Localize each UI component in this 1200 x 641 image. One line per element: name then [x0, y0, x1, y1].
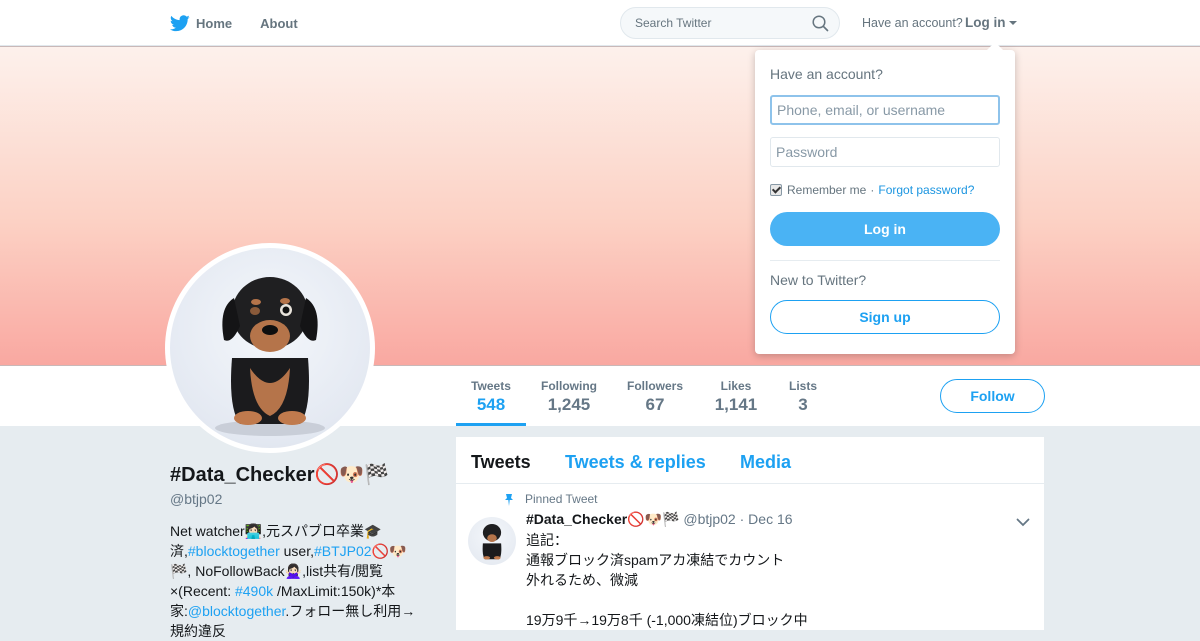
stat-value: 548	[476, 395, 506, 414]
stat-value: 67	[645, 395, 665, 414]
avatar-image	[170, 248, 370, 448]
puppy-icon	[215, 277, 325, 436]
remember-me-row: Remember me · Forgot password?	[770, 183, 974, 197]
profile-name[interactable]: #Data_Checker🚫🐶🏁	[170, 462, 389, 487]
login-dropdown: Have an account? Remember me · Forgot pa…	[755, 42, 1015, 354]
tab-tweets-replies[interactable]: Tweets & replies	[565, 452, 706, 473]
tweet-author-name[interactable]: #Data_Checker🚫🐶🏁	[526, 511, 679, 527]
stat-value: 1,245	[547, 395, 591, 414]
tweet-text: 追記： 通報ブロック済spamアカ凍結でカウント 外れるため、微減 19万9千→…	[526, 532, 808, 628]
dropdown-title: Have an account?	[770, 66, 883, 82]
stat-label: Tweets	[471, 379, 511, 393]
twitter-bird-icon	[170, 14, 190, 31]
dropdown-arrow	[987, 42, 1003, 50]
search-box	[620, 7, 840, 39]
stat-tweets[interactable]: Tweets 548	[456, 366, 526, 426]
pinned-label: Pinned Tweet	[525, 492, 598, 506]
login-toggle-label: Log in	[965, 15, 1006, 30]
search-icon[interactable]	[812, 15, 829, 37]
nav-home-label: Home	[196, 15, 233, 31]
profile-handle[interactable]: @btjp02	[170, 491, 222, 507]
search-input[interactable]	[633, 15, 807, 31]
bio-hashtag-link[interactable]: #blocktogether	[188, 543, 280, 559]
profile-bio: Net watcher👩🏻‍💻,元スパブロ卒業🎓済,#blocktogether…	[170, 521, 425, 641]
have-account-text: Have an account?	[862, 16, 963, 30]
nav-about-label: About	[260, 15, 298, 31]
caret-down-icon	[1008, 21, 1017, 26]
forgot-password-link[interactable]: Forgot password?	[878, 183, 974, 197]
pin-icon	[504, 493, 514, 511]
stat-value: 1,141	[714, 395, 758, 414]
timeline-tabs: Tweets Tweets & replies Media	[456, 437, 1044, 484]
login-button[interactable]: Log in	[770, 212, 1000, 246]
nav-about[interactable]: About	[260, 16, 298, 31]
tweet-separator: ·	[739, 511, 745, 527]
bio-hashtag-link[interactable]: #490k	[235, 583, 273, 599]
stat-label: Lists	[788, 379, 817, 393]
password-field[interactable]	[770, 137, 1000, 167]
bio-hashtag-link[interactable]: #BTJP02	[314, 543, 372, 559]
signup-button[interactable]: Sign up	[770, 300, 1000, 334]
stat-likes[interactable]: Likes 1,141	[706, 366, 766, 426]
puppy-icon	[482, 523, 502, 560]
bio-text: user,	[279, 543, 314, 559]
timeline: Tweets Tweets & replies Media Pinned Twe…	[456, 437, 1044, 630]
stat-label: Following	[541, 379, 597, 393]
tweet-avatar[interactable]	[468, 517, 516, 565]
top-nav: Home About Have an account? Log in	[0, 0, 1200, 46]
nav-home[interactable]: Home	[170, 14, 233, 32]
tab-tweets[interactable]: Tweets	[471, 452, 531, 473]
stat-label: Likes	[720, 379, 752, 393]
login-dropdown-toggle[interactable]: Log in	[965, 15, 1017, 30]
remember-me-label[interactable]: Remember me	[787, 183, 866, 197]
tweet-date[interactable]: Dec 16	[748, 511, 792, 527]
nav-left: Home About	[170, 0, 326, 46]
profile-avatar[interactable]	[165, 243, 375, 453]
remember-me-checkbox[interactable]	[770, 184, 782, 196]
tab-media[interactable]: Media	[740, 452, 791, 473]
stat-label: Followers	[626, 379, 683, 393]
stat-followers[interactable]: Followers 67	[620, 366, 690, 426]
tweet-author-handle[interactable]: @btjp02	[683, 511, 735, 527]
chevron-down-icon[interactable]	[1016, 514, 1030, 532]
username-field[interactable]	[770, 95, 1000, 125]
bio-mention-link[interactable]: @blocktogether	[188, 603, 286, 619]
stat-lists[interactable]: Lists 3	[783, 366, 823, 426]
tweet-header: #Data_Checker🚫🐶🏁 @btjp02 · Dec 16	[526, 511, 793, 528]
follow-button[interactable]: Follow	[940, 379, 1045, 413]
new-to-twitter-text: New to Twitter?	[770, 272, 867, 288]
dropdown-divider	[770, 260, 1000, 261]
stat-value: 3	[798, 395, 808, 414]
remember-separator: ·	[870, 183, 875, 197]
stat-following[interactable]: Following 1,245	[534, 366, 604, 426]
